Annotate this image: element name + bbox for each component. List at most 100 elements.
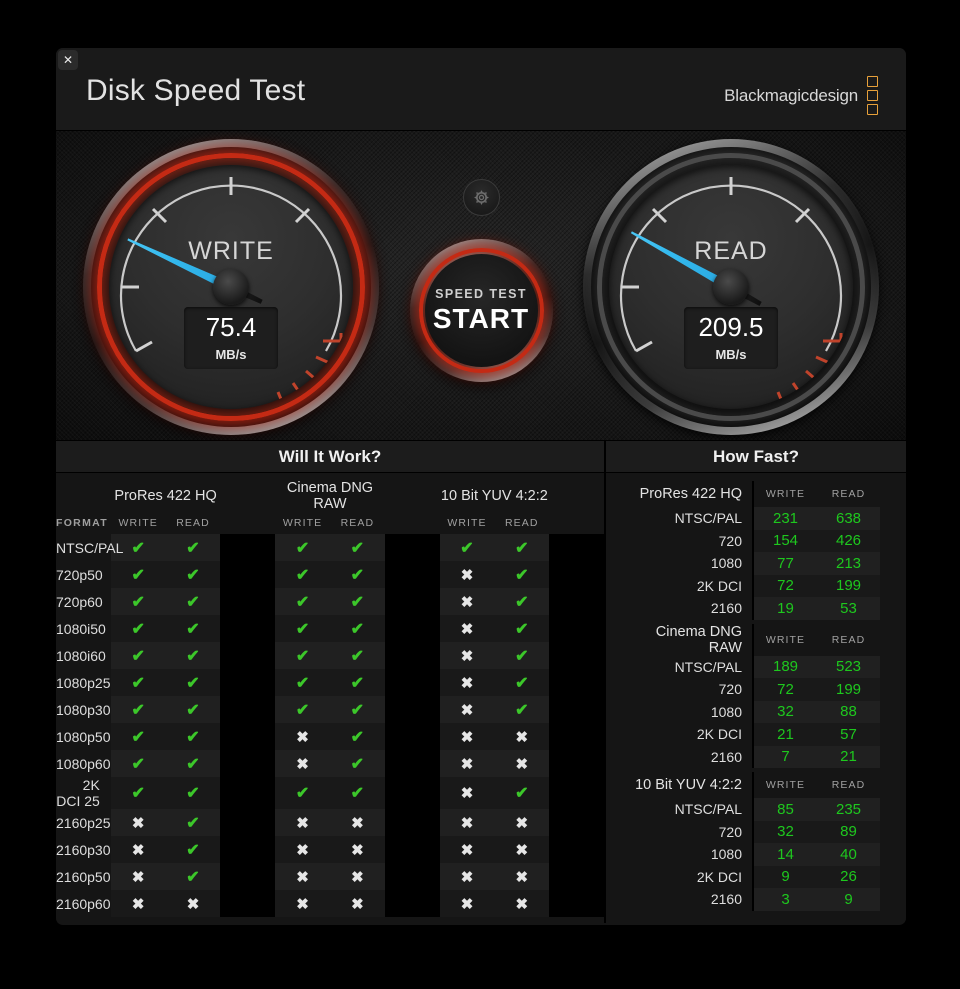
settings-button[interactable] xyxy=(462,179,500,216)
write-unit: MB/s xyxy=(215,347,247,362)
cross-icon: ✖ xyxy=(131,895,145,913)
format-label: 2160p60 xyxy=(56,895,111,912)
resolution-label: NTSC/PAL xyxy=(674,658,742,675)
column-separator xyxy=(220,777,276,809)
support-yes-cell: ✔ xyxy=(494,696,550,723)
column-separator xyxy=(384,561,440,588)
support-no-cell: ✖ xyxy=(439,890,495,917)
write-speed-value: 7 xyxy=(754,745,817,768)
resolution-label: 2K DCI xyxy=(696,726,742,743)
cross-icon: ✖ xyxy=(296,895,309,913)
read-speed-value: 89 xyxy=(817,820,880,843)
how-fast-row: 2K DCI 21 57 xyxy=(620,723,880,746)
column-separator xyxy=(220,750,276,777)
table-row: 1080p25 ✔ ✔ ✔ ✔ ✖ ✔ xyxy=(56,669,604,696)
read-gauge-hub xyxy=(713,269,749,305)
check-icon: ✔ xyxy=(131,620,145,638)
read-speed-value: 57 xyxy=(817,723,880,746)
support-yes-cell: ✔ xyxy=(110,561,166,588)
format-label: 1080i50 xyxy=(56,620,106,637)
check-icon: ✔ xyxy=(295,620,310,638)
check-icon: ✔ xyxy=(131,755,145,773)
how-fast-row: 720 72 199 xyxy=(620,678,880,701)
support-yes-cell: ✔ xyxy=(110,750,166,777)
check-icon: ✔ xyxy=(350,755,365,773)
support-no-cell: ✖ xyxy=(439,588,495,615)
column-separator xyxy=(220,534,276,561)
gauge-panel: WRITE 75.4 MB/s SPEED TEST START READ 20… xyxy=(56,130,906,441)
how-fast-group-name: ProRes 422 HQ xyxy=(639,486,742,502)
read-gauge: READ 209.5 MB/s xyxy=(583,139,879,435)
how-fast-row: 2160 3 9 xyxy=(620,888,880,911)
support-yes-cell: ✔ xyxy=(494,561,550,588)
column-separator xyxy=(384,615,440,642)
gear-icon xyxy=(473,190,489,205)
check-icon: ✔ xyxy=(350,620,365,638)
will-it-work-table: ProRes 422 HQ Cinema DNG RAW 10 Bit YUV … xyxy=(56,473,604,917)
format-label: 1080p50 xyxy=(56,728,111,745)
support-no-cell: ✖ xyxy=(275,890,330,917)
format-label: 2K DCI 25 xyxy=(56,777,100,809)
how-fast-write-header: WRITE xyxy=(765,633,806,646)
check-icon: ✔ xyxy=(131,566,145,584)
check-icon: ✔ xyxy=(515,566,529,584)
disk-speed-test-window: Disk Speed Test Blackmagicdesign WRITE 7… xyxy=(56,48,906,925)
check-icon: ✔ xyxy=(460,539,474,557)
cross-icon: ✖ xyxy=(515,755,529,773)
check-icon: ✔ xyxy=(186,539,200,557)
check-icon: ✔ xyxy=(515,539,529,557)
column-separator xyxy=(549,777,604,809)
support-no-cell: ✖ xyxy=(439,809,495,836)
check-icon: ✔ xyxy=(186,701,200,719)
write-speed-value: 21 xyxy=(754,723,817,746)
check-icon: ✔ xyxy=(186,755,200,773)
how-fast-row: 2160 7 21 xyxy=(620,745,880,768)
column-separator xyxy=(384,696,440,723)
read-speed-value: 53 xyxy=(817,597,880,620)
cross-icon: ✖ xyxy=(515,841,529,859)
sub-header-row: FORMAT WRITE READ WRITE READ WRITE READ xyxy=(56,512,604,534)
support-yes-cell: ✔ xyxy=(165,696,221,723)
support-yes-cell: ✔ xyxy=(165,669,221,696)
resolution-label: 720 xyxy=(718,823,742,840)
write-speed-value: 3 xyxy=(754,888,817,911)
will-it-work-panel: Will It Work? ProRes 422 HQ Cinema DNG R… xyxy=(56,441,604,923)
sub-header-write-0: WRITE xyxy=(118,517,158,529)
support-yes-cell: ✔ xyxy=(275,696,330,723)
support-yes-cell: ✔ xyxy=(165,534,221,561)
resolution-label: 1080 xyxy=(710,846,742,863)
support-yes-cell: ✔ xyxy=(275,615,330,642)
column-separator xyxy=(549,696,604,723)
will-it-work-head: ProRes 422 HQ Cinema DNG RAW 10 Bit YUV … xyxy=(56,473,604,534)
read-speed-value: 199 xyxy=(817,678,880,701)
cross-icon: ✖ xyxy=(460,647,474,665)
resolution-label: 1080 xyxy=(710,703,742,720)
support-no-cell: ✖ xyxy=(439,750,495,777)
table-row: 1080i50 ✔ ✔ ✔ ✔ ✖ ✔ xyxy=(56,615,604,642)
support-no-cell: ✖ xyxy=(275,863,330,890)
how-fast-read-header: READ xyxy=(831,488,866,500)
support-yes-cell: ✔ xyxy=(494,669,550,696)
column-separator xyxy=(384,534,440,561)
read-speed-value: 638 xyxy=(817,507,880,530)
check-icon: ✔ xyxy=(350,593,365,611)
column-separator xyxy=(384,809,440,836)
support-no-cell: ✖ xyxy=(439,696,495,723)
cross-icon: ✖ xyxy=(296,755,309,773)
how-fast-row: NTSC/PAL 85 235 xyxy=(620,798,880,821)
support-yes-cell: ✔ xyxy=(165,836,221,863)
resolution-label: 2160 xyxy=(710,748,742,765)
support-yes-cell: ✔ xyxy=(329,561,385,588)
cross-icon: ✖ xyxy=(131,814,145,832)
close-button[interactable]: ✕ xyxy=(58,50,78,70)
check-icon: ✔ xyxy=(186,620,200,638)
column-separator xyxy=(549,588,604,615)
support-no-cell: ✖ xyxy=(494,863,550,890)
check-icon: ✔ xyxy=(515,701,529,719)
support-yes-cell: ✔ xyxy=(329,696,385,723)
speed-test-start-button[interactable]: SPEED TEST START xyxy=(409,239,553,382)
how-fast-panel: How Fast? ProRes 422 HQ WRITE READ NTSC/PAL… xyxy=(606,441,906,923)
resolution-label: NTSC/PAL xyxy=(674,510,742,527)
cross-icon: ✖ xyxy=(351,841,364,859)
write-speed-value: 32 xyxy=(754,820,817,843)
